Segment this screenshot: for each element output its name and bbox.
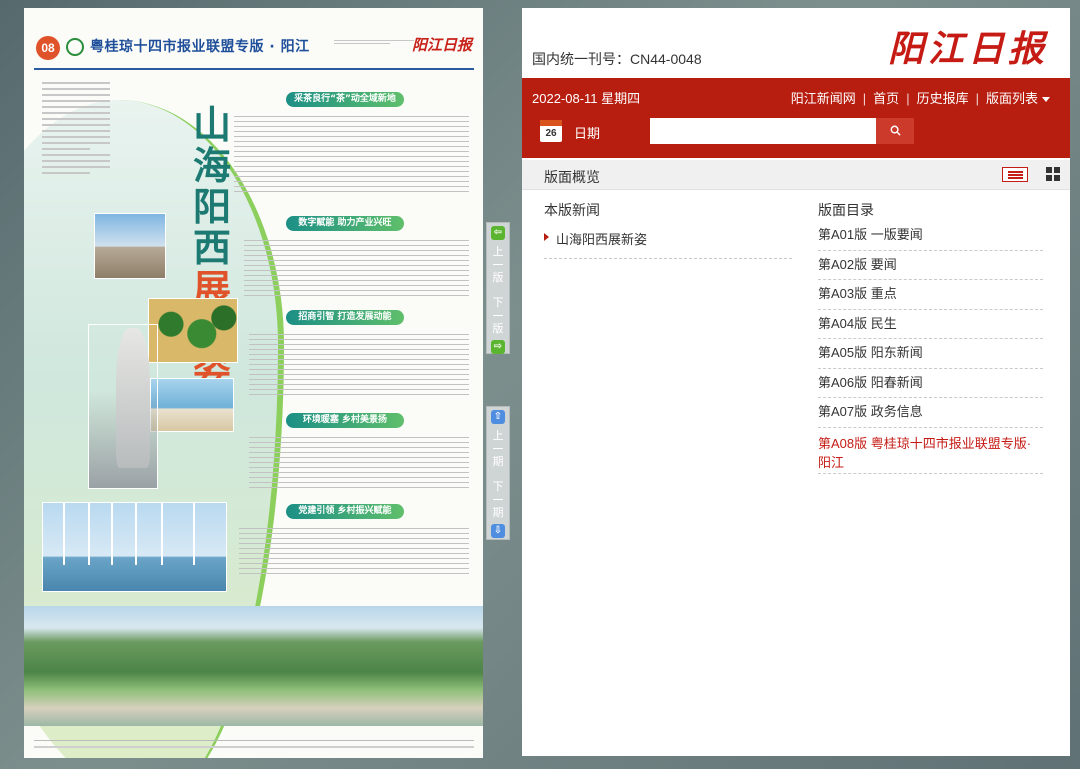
news-list: 山海阳西展新姿	[544, 225, 792, 259]
nav-char: 版	[492, 271, 504, 284]
page-header-strip: 08 粤桂琼十四市报业联盟专版 · 阳江 阳江日报	[34, 30, 474, 70]
section-banner: 环境暖塞 乡村美景扬	[286, 413, 404, 428]
page-nav-prev-next: ⇦ 上 版 下 版 ⇨	[486, 222, 510, 354]
date-label: 日期	[574, 126, 601, 141]
nav-char: 期	[492, 455, 504, 468]
page-list-label: 版面列表	[985, 91, 1038, 106]
union-title: 粤桂琼十四市报业联盟专版 · 阳江	[90, 39, 310, 55]
section-banner: 数字赋能 助力产业兴旺	[286, 216, 404, 231]
nav-char: 下	[492, 480, 504, 493]
calendar-icon[interactable]: 26	[540, 120, 562, 142]
nav-link-page-list[interactable]: 版面列表	[986, 88, 1050, 107]
beach-photo	[150, 378, 234, 432]
page-meta-text	[334, 38, 414, 46]
next-issue-link[interactable]: 下 期	[487, 478, 509, 521]
masthead-small: 阳江日报	[411, 36, 472, 54]
toc-item-a04[interactable]: 第A04版 民生	[818, 310, 1043, 339]
article-text	[249, 330, 469, 399]
nav-char: 版	[492, 322, 504, 335]
search-icon	[890, 125, 901, 136]
top-nav-links: 阳江新闻网 | 首页 | 历史报库 | 版面列表	[791, 88, 1050, 107]
nav-char: 期	[492, 506, 504, 519]
arrow-right-icon[interactable]: ⇨	[491, 340, 505, 354]
section-banner: 党建引领 乡村振兴赋能	[286, 504, 404, 519]
nav-char: 下	[492, 296, 504, 309]
page-nav-issues: ⇧ 上 期 下 期 ⇩	[486, 406, 510, 540]
prev-page-link[interactable]: 上 版	[487, 243, 509, 286]
title-char: 阳	[192, 184, 231, 229]
nav-char: 上	[492, 429, 504, 442]
section-banner: 招商引智 打造发展动能	[286, 310, 404, 325]
issn-text: 国内统一刊号：CN44-0048	[532, 51, 702, 67]
red-toolbar: 2022-08-11 星期四 阳江新闻网 | 首页 | 历史报库 | 版面列表 26 日期	[522, 78, 1070, 158]
arrow-down-icon[interactable]: ⇩	[491, 524, 505, 538]
nav-link-news-site[interactable]: 阳江新闻网	[791, 88, 856, 107]
toc-item-a01[interactable]: 第A01版 一版要闻	[818, 221, 1043, 251]
union-logo-icon	[66, 38, 84, 56]
overview-bar: 版面概览	[522, 160, 1070, 190]
bullet-icon	[544, 233, 549, 241]
melon-field-photo	[148, 298, 238, 363]
caret-down-icon	[1042, 97, 1050, 103]
title-char: 山	[192, 102, 231, 147]
toc-item-a02[interactable]: 第A02版 要闻	[818, 251, 1043, 280]
section-banner: 采茶良行“茶”动全域新地	[286, 92, 404, 107]
overview-title: 版面概览	[544, 169, 600, 185]
intro-text-column	[42, 78, 110, 178]
toc-item-a07[interactable]: 第A07版 政务信息	[818, 398, 1043, 428]
wind-farm-photo	[42, 502, 227, 592]
article-text	[239, 524, 469, 578]
building-photo	[94, 213, 166, 279]
newspaper-page-image[interactable]: 08 粤桂琼十四市报业联盟专版 · 阳江 阳江日报 山 海 阳 西 展 新 姿	[24, 8, 483, 758]
masthead-logo: 阳江日报	[887, 28, 1048, 70]
news-heading: 本版新闻	[544, 202, 600, 218]
info-panel: 国内统一刊号：CN44-0048 阳江日报 2022-08-11 星期四 阳江新…	[522, 8, 1070, 756]
toc-item-a03[interactable]: 第A03版 重点	[818, 280, 1043, 310]
grid-view-icon[interactable]	[1046, 167, 1060, 181]
date-input[interactable]	[650, 118, 876, 144]
search-button[interactable]	[876, 118, 914, 144]
toc-item-a08[interactable]: 第A08版 粤桂琼十四市报业联盟专版·阳江	[818, 428, 1043, 474]
news-item[interactable]: 山海阳西展新姿	[544, 225, 792, 259]
list-view-icon[interactable]	[1002, 167, 1028, 182]
nav-link-home[interactable]: 首页	[873, 88, 899, 107]
calendar-day: 26	[545, 128, 557, 139]
toc-item-a06[interactable]: 第A06版 阳春新闻	[818, 369, 1043, 398]
nav-link-archive[interactable]: 历史报库	[917, 88, 969, 107]
next-page-link[interactable]: 下 版	[487, 294, 509, 337]
arrow-up-icon[interactable]: ⇧	[491, 410, 505, 424]
page-footer	[34, 740, 474, 752]
toc-heading: 版面目录	[818, 202, 874, 218]
title-char: 海	[192, 143, 231, 188]
article-text	[234, 112, 469, 196]
nav-char: 上	[492, 245, 504, 258]
article-text	[244, 236, 469, 300]
toc-item-a05[interactable]: 第A05版 阳东新闻	[818, 339, 1043, 369]
page-toc: 第A01版 一版要闻 第A02版 要闻 第A03版 重点 第A04版 民生 第A…	[818, 221, 1043, 474]
edition-badge: 08	[36, 36, 60, 60]
current-date: 2022-08-11 星期四	[532, 91, 641, 106]
arrow-left-icon[interactable]: ⇦	[491, 226, 505, 240]
title-char: 西	[192, 225, 231, 270]
prev-issue-link[interactable]: 上 期	[487, 427, 509, 470]
statue-figure	[116, 328, 150, 468]
article-text	[249, 433, 469, 492]
news-item-title: 山海阳西展新姿	[556, 232, 648, 247]
aerial-town-photo	[24, 606, 483, 726]
